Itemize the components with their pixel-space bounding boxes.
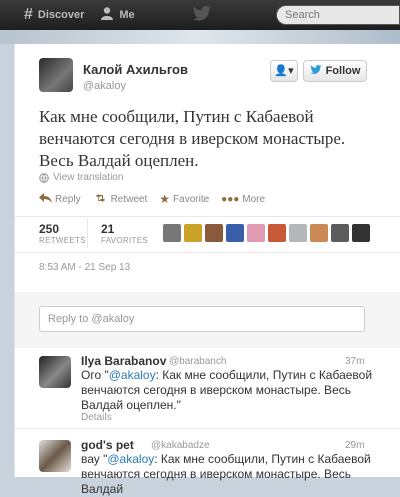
retweeter-avatar[interactable]	[352, 224, 370, 242]
tweet-permalink-card: Калой Ахильгов @akaloy 👤▾ Follow Как мне…	[14, 44, 400, 496]
reply-author-handle[interactable]: @barabanch	[169, 356, 226, 367]
globe-icon	[39, 172, 49, 183]
retweeter-avatars	[163, 224, 370, 242]
reply-author-name[interactable]: god's pet	[81, 438, 134, 452]
person-icon	[100, 6, 114, 25]
reply-text-prefix: Ого "	[81, 368, 109, 382]
nav-me-label: Me	[119, 9, 135, 21]
top-nav-bar: # Discover Me Search	[0, 0, 400, 30]
retweet-label: Retweet	[110, 193, 148, 205]
reply-mention-link[interactable]: @akaloy	[109, 368, 156, 382]
retweets-label: RETWEETS	[39, 236, 86, 245]
author-handle[interactable]: @akaloy	[83, 80, 126, 92]
reply-details-link[interactable]: Details	[81, 412, 112, 423]
follow-label: Follow	[325, 65, 361, 77]
favorites-count[interactable]: 21	[101, 222, 114, 236]
nav-me[interactable]: Me	[100, 0, 135, 30]
more-dots-icon: ●●●	[221, 193, 240, 205]
twitter-bird-small-icon	[310, 64, 322, 78]
more-label: More	[242, 193, 266, 205]
stats-separator	[87, 218, 88, 248]
favorite-action[interactable]: ★ Favorite	[159, 192, 209, 206]
nav-discover[interactable]: # Discover	[24, 0, 84, 30]
reply-author-handle[interactable]: @kakabadze	[151, 440, 210, 451]
profile-banner-strip	[0, 30, 400, 44]
nav-home-cropped[interactable]	[0, 0, 8, 30]
follow-button[interactable]: Follow	[303, 60, 367, 82]
reply-area: Reply to @akaloy	[15, 292, 400, 348]
reply-time[interactable]: 37m	[345, 356, 364, 367]
user-actions-button[interactable]: 👤▾	[270, 60, 298, 82]
retweeter-avatar[interactable]	[163, 224, 181, 242]
reply-text: вау "@akaloy: Как мне сообщили, Путин с …	[81, 452, 381, 497]
reply-item[interactable]: Ilya Barabanov @barabanch 37m Ого "@akal…	[15, 348, 400, 428]
user-dropdown-icon: 👤▾	[274, 65, 294, 77]
retweeter-avatar[interactable]	[268, 224, 286, 242]
search-input[interactable]: Search	[276, 5, 400, 25]
tweet-actions: Reply Retweet ★ Favorite ●●● More	[39, 192, 265, 206]
retweeter-avatar[interactable]	[331, 224, 349, 242]
reply-text: Ого "@akaloy: Как мне сообщили, Путин с …	[81, 368, 381, 413]
reply-time[interactable]: 29m	[345, 440, 364, 451]
retweeter-avatar[interactable]	[289, 224, 307, 242]
hashtag-icon: #	[24, 6, 33, 23]
reply-avatar[interactable]	[39, 440, 71, 472]
more-action[interactable]: ●●● More	[221, 192, 265, 206]
retweeter-avatar[interactable]	[310, 224, 328, 242]
retweets-count[interactable]: 250	[39, 222, 59, 236]
favorite-label: Favorite	[173, 193, 210, 205]
reply-mention-link[interactable]: @akaloy	[107, 452, 154, 466]
reply-item[interactable]: god's pet @kakabadze 29m вау "@akaloy: К…	[15, 432, 400, 496]
retweet-icon	[93, 192, 108, 206]
favorites-label: FAVORITES	[101, 236, 149, 245]
retweeter-avatar[interactable]	[205, 224, 223, 242]
star-icon: ★	[159, 192, 171, 206]
retweeter-avatar[interactable]	[184, 224, 202, 242]
tweet-timestamp[interactable]: 8:53 AM - 21 Sep 13	[39, 262, 130, 273]
twitter-bird-icon[interactable]	[192, 5, 212, 23]
retweeter-avatar[interactable]	[226, 224, 244, 242]
reply-input[interactable]: Reply to @akaloy	[39, 306, 365, 332]
divider	[15, 252, 400, 253]
divider	[15, 428, 400, 429]
retweeter-avatar[interactable]	[247, 224, 265, 242]
reply-avatar[interactable]	[39, 356, 71, 388]
reply-arrow-icon	[39, 192, 52, 206]
tweet-text: Как мне сообщили, Путин с Кабаевой венча…	[39, 107, 346, 170]
view-translation-link[interactable]: View translation	[39, 172, 123, 183]
view-translation-label: View translation	[53, 172, 124, 183]
author-avatar[interactable]	[39, 58, 73, 92]
reply-text-prefix: вау "	[81, 452, 108, 466]
author-name[interactable]: Калой Ахильгов	[83, 62, 188, 77]
retweet-action[interactable]: Retweet	[93, 192, 148, 206]
reply-action[interactable]: Reply	[39, 192, 81, 206]
reply-author-name[interactable]: Ilya Barabanov	[81, 354, 166, 368]
nav-discover-label: Discover	[37, 9, 85, 21]
divider	[15, 216, 400, 217]
reply-label: Reply	[55, 193, 81, 205]
